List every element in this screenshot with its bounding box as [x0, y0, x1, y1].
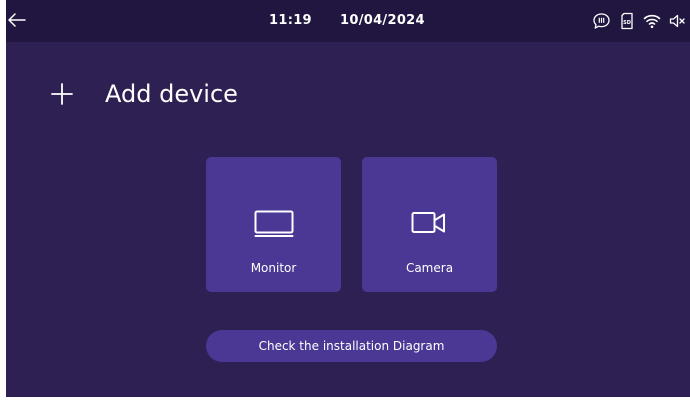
screen: 11:19 10/04/2024 SD Add device Monitor C…	[6, 0, 690, 397]
sd-card-icon: SD	[621, 12, 633, 30]
add-device-heading: Add device	[50, 77, 238, 111]
status-bar: 11:19 10/04/2024 SD	[6, 0, 690, 42]
wifi-icon	[643, 14, 661, 29]
speaker-muted-icon	[669, 14, 685, 28]
monitor-label: Monitor	[250, 261, 297, 275]
plus-icon	[51, 83, 73, 105]
page-title: Add device	[105, 80, 238, 108]
monitor-icon	[254, 210, 293, 237]
monitor-tile[interactable]: Monitor	[206, 157, 341, 292]
installation-diagram-button[interactable]: Check the installation Diagram	[206, 330, 497, 362]
status-date: 10/04/2024	[340, 13, 425, 28]
installation-diagram-label: Check the installation Diagram	[258, 339, 445, 353]
intercom-talk-icon	[593, 13, 610, 29]
sd-card-label: SD	[623, 20, 631, 26]
camera-tile[interactable]: Camera	[362, 157, 497, 292]
camera-label: Camera	[405, 261, 454, 275]
back-arrow-icon[interactable]	[6, 10, 28, 30]
status-time: 11:19	[269, 13, 312, 28]
camera-icon	[411, 212, 445, 233]
